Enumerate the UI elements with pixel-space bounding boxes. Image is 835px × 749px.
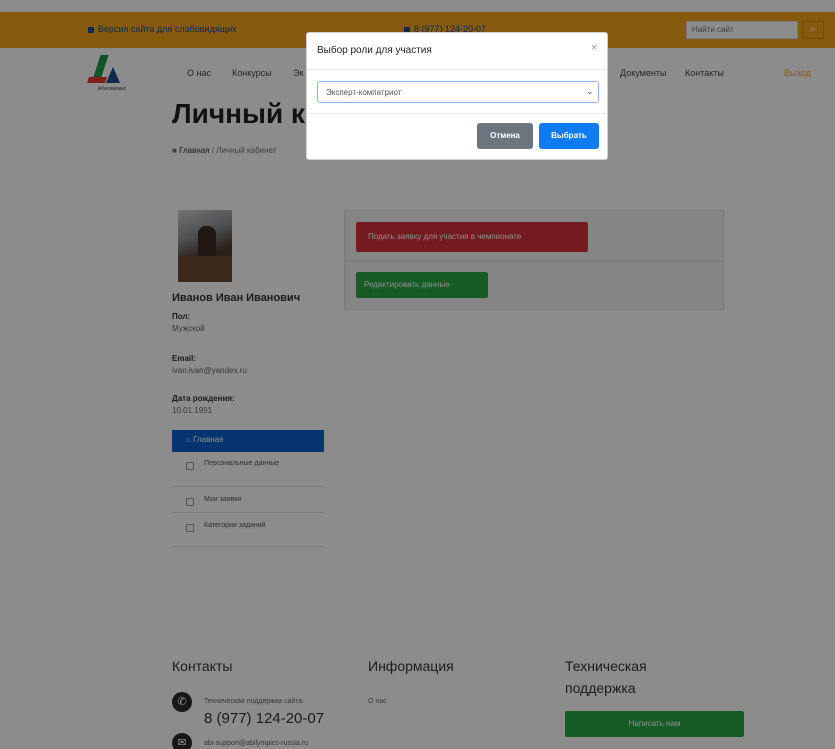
chevron-down-icon: ⌄	[586, 86, 594, 96]
divider	[307, 113, 607, 114]
divider	[307, 69, 607, 70]
role-select-modal: Выбор роли для участия × Эксперт-компатр…	[306, 32, 608, 160]
close-icon[interactable]: ×	[591, 42, 597, 54]
modal-title: Выбор роли для участия	[317, 45, 432, 56]
role-select[interactable]: Эксперт-компатриот ⌄	[317, 81, 599, 103]
role-select-value: Эксперт-компатриот	[326, 88, 402, 97]
confirm-button[interactable]: Выбрать	[539, 123, 599, 149]
cancel-button[interactable]: Отмена	[477, 123, 533, 149]
